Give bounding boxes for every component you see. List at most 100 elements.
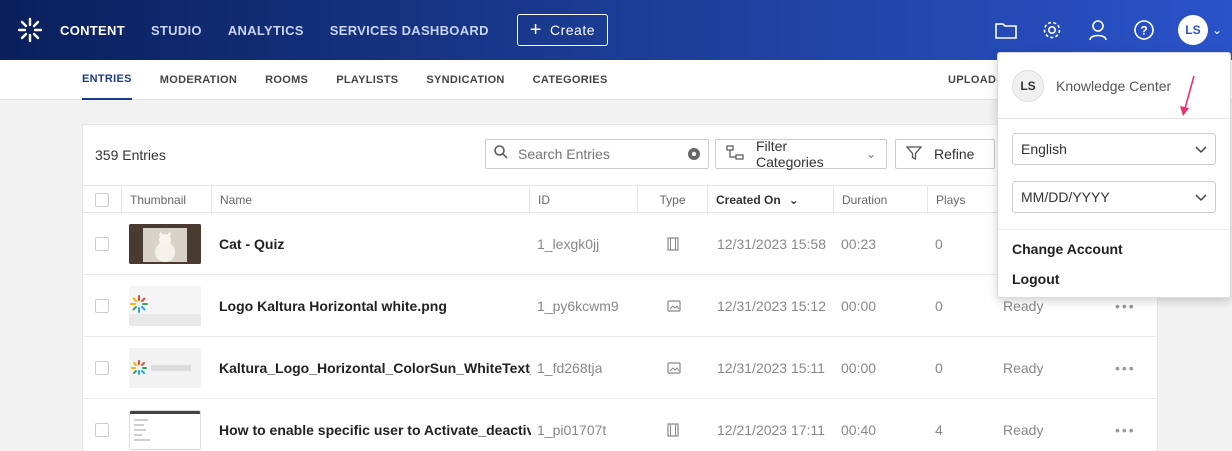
entry-created-on: 12/21/2023 17:11 (717, 422, 825, 438)
thumbnail-cell (129, 399, 201, 451)
nav-analytics[interactable]: ANALYTICS (228, 23, 304, 38)
video-type-icon (667, 213, 679, 275)
user-icon[interactable] (1086, 18, 1110, 42)
thumbnail-cell (129, 275, 201, 337)
table-row[interactable]: Kaltura_Logo_Horizontal_ColorSun_WhiteTe… (83, 337, 1157, 399)
nav-services-dashboard[interactable]: SERVICES DASHBOARD (330, 23, 489, 38)
entry-plays: 0 (935, 360, 943, 376)
entry-id: 1_py6kcwm9 (537, 298, 619, 314)
plus-icon: + (529, 19, 542, 41)
select-all-checkbox[interactable] (95, 193, 109, 207)
language-select[interactable]: English (1012, 133, 1216, 165)
folder-icon[interactable] (994, 18, 1018, 42)
nav-content[interactable]: CONTENT (60, 23, 125, 38)
search-settings-icon[interactable] (686, 146, 702, 167)
logo-text-thumbnail[interactable] (129, 348, 201, 388)
col-id[interactable]: ID (529, 186, 637, 214)
table-row[interactable]: How to enable specific user to Activate_… (83, 399, 1157, 451)
annotation-arrow (1180, 75, 1195, 116)
col-type[interactable]: Type (637, 186, 707, 214)
image-type-icon (667, 337, 681, 399)
tab-moderation[interactable]: MODERATION (160, 60, 237, 100)
entry-name[interactable]: Kaltura_Logo_Horizontal_ColorSun_WhiteTe… (219, 337, 531, 399)
col-duration[interactable]: Duration (833, 186, 927, 214)
thumbnail-cell (129, 337, 201, 399)
entry-status: Ready (1003, 360, 1044, 376)
table-row[interactable]: Cat - Quiz 1_lexgk0jj 12/31/2023 15:58 0… (83, 213, 1157, 275)
filter-categories-button[interactable]: Filter Categories ⌄ (715, 138, 887, 170)
tab-categories[interactable]: CATEGORIES (533, 60, 608, 100)
upload-button[interactable]: UPLOAD (948, 60, 996, 100)
entry-id: 1_fd268tja (537, 360, 603, 376)
entries-toolbar: 359 Entries Filter Categories ⌄ Refine (83, 125, 1157, 185)
entry-plays: 0 (935, 298, 943, 314)
dropdown-divider (998, 229, 1230, 230)
entry-name[interactable]: Logo Kaltura Horizontal white.png (219, 275, 527, 337)
gear-icon[interactable] (1040, 18, 1064, 42)
top-icons: ? LS ⌄ (994, 0, 1232, 60)
create-label: Create (549, 22, 596, 38)
entry-duration: 00:23 (841, 236, 877, 252)
tab-playlists[interactable]: PLAYLISTS (336, 60, 398, 100)
col-thumbnail: Thumbnail (121, 186, 213, 214)
search-box[interactable] (485, 139, 709, 169)
row-checkbox[interactable] (95, 299, 109, 313)
date-format-select[interactable]: MM/DD/YYYY (1012, 181, 1216, 213)
chevron-down-icon (1195, 141, 1207, 157)
help-icon[interactable]: ? (1132, 18, 1156, 42)
svg-text:?: ? (1140, 24, 1147, 38)
row-checkbox[interactable] (95, 237, 109, 251)
row-actions-button[interactable]: ••• (1115, 399, 1136, 451)
nav-studio[interactable]: STUDIO (151, 23, 202, 38)
col-name[interactable]: Name (211, 186, 531, 214)
search-input[interactable] (518, 146, 668, 162)
select-all-cell (95, 186, 121, 214)
chevron-down-icon: ⌄ (865, 147, 876, 161)
search-icon (494, 144, 508, 164)
dropdown-avatar: LS (1012, 69, 1044, 102)
filter-categories-label: Filter Categories (756, 138, 824, 170)
hierarchy-icon (726, 144, 744, 164)
tab-syndication[interactable]: SYNDICATION (426, 60, 504, 100)
refine-button[interactable]: Refine (895, 139, 995, 169)
entry-id: 1_pi01707t (537, 422, 607, 438)
entry-name[interactable]: Cat - Quiz (219, 213, 527, 275)
entry-duration: 00:00 (841, 360, 877, 376)
col-plays[interactable]: Plays (927, 186, 997, 214)
entry-id: 1_lexgk0jj (537, 236, 600, 252)
funnel-icon (905, 145, 923, 164)
table-row[interactable]: Logo Kaltura Horizontal white.png 1_py6k… (83, 275, 1157, 337)
entry-status: Ready (1003, 422, 1044, 438)
kaltura-logo[interactable] (0, 0, 60, 60)
change-account-link[interactable]: Change Account (1012, 241, 1123, 257)
entry-duration: 00:00 (841, 298, 877, 314)
entry-created-on: 12/31/2023 15:12 (717, 298, 826, 314)
logout-link[interactable]: Logout (1012, 271, 1059, 287)
cat-thumbnail[interactable] (129, 224, 201, 264)
avatar-button[interactable]: LS (1177, 15, 1208, 45)
entry-duration: 00:40 (841, 422, 877, 438)
video-type-icon (667, 399, 679, 451)
create-button[interactable]: + Create (516, 14, 609, 46)
language-value: English (1021, 141, 1067, 157)
chevron-down-icon[interactable]: ⌄ (1212, 23, 1222, 37)
tab-entries[interactable]: ENTRIES (82, 60, 132, 100)
row-checkbox[interactable] (95, 423, 109, 437)
refine-label: Refine (934, 146, 975, 162)
tab-rooms[interactable]: ROOMS (265, 60, 308, 100)
col-created-on[interactable]: Created On ⌄ (707, 186, 833, 214)
table-header: Thumbnail Name ID Type Created On ⌄ Dura… (83, 185, 1157, 214)
row-checkbox-cell (95, 337, 109, 399)
chevron-down-icon (1195, 189, 1207, 205)
entry-name[interactable]: How to enable specific user to Activate_… (219, 399, 531, 451)
row-checkbox[interactable] (95, 361, 109, 375)
image-type-icon (667, 275, 681, 337)
entry-plays: 4 (935, 422, 943, 438)
logo-thumbnail[interactable] (129, 286, 201, 326)
entries-count: 359 Entries (95, 147, 166, 163)
row-checkbox-cell (95, 275, 109, 337)
doc-thumbnail[interactable] (129, 410, 201, 450)
row-checkbox-cell (95, 399, 109, 451)
row-actions-button[interactable]: ••• (1115, 337, 1136, 399)
knowledge-center-link[interactable]: Knowledge Center (1056, 78, 1171, 94)
